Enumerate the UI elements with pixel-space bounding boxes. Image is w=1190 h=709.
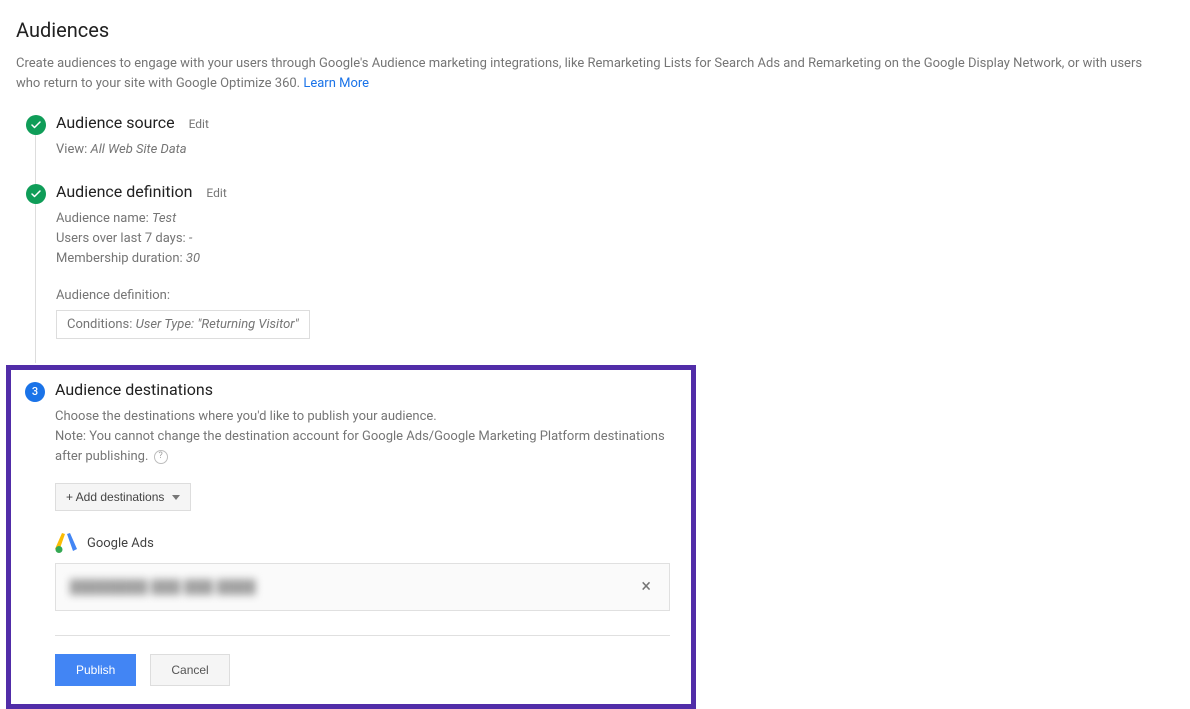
help-icon[interactable]: ? (154, 450, 168, 464)
dest-note-line2: Note: You cannot change the destination … (55, 429, 665, 464)
step3-title: Audience destinations (55, 380, 213, 399)
steps-container: Audience source Edit View: All Web Site … (16, 113, 1174, 361)
add-destinations-button[interactable]: + Add destinations (55, 483, 191, 511)
step-connector (35, 135, 36, 184)
highlight-box: 3 Audience destinations Choose the desti… (6, 365, 696, 709)
cancel-button[interactable]: Cancel (150, 654, 229, 686)
users-label: Users over last 7 days: (56, 231, 189, 246)
google-ads-icon (55, 533, 77, 553)
add-destinations-label: + Add destinations (66, 490, 164, 504)
destination-row: ████████ ███ ███ ████ × (55, 563, 670, 611)
close-icon[interactable]: × (637, 578, 655, 596)
step1-title: Audience source (56, 113, 175, 132)
duration-value: 30 (186, 251, 200, 266)
step2-duration-row: Membership duration: 30 (56, 249, 1174, 269)
step1-view-label: View: (56, 142, 90, 157)
step-number-icon: 3 (25, 382, 45, 402)
duration-label: Membership duration: (56, 251, 186, 266)
check-icon (26, 115, 46, 135)
page-description: Create audiences to engage with your use… (16, 54, 1166, 93)
step2-title: Audience definition (56, 182, 192, 201)
learn-more-link[interactable]: Learn More (303, 76, 369, 91)
dest-note-line1: Choose the destinations where you'd like… (55, 407, 677, 427)
publish-button[interactable]: Publish (55, 654, 136, 686)
users-value: - (189, 231, 193, 246)
step2-edit-link[interactable]: Edit (206, 186, 226, 200)
destination-account-redacted: ████████ ███ ███ ████ (70, 579, 256, 595)
audience-name-value: Test (152, 211, 176, 226)
page-title: Audiences (16, 18, 1174, 42)
chevron-down-icon (172, 495, 180, 500)
dest-note-line2-wrap: Note: You cannot change the destination … (55, 427, 677, 467)
audience-def-label: Audience definition: (56, 286, 1174, 306)
destination-brand: Google Ads (55, 533, 677, 553)
condition-box: Conditions: User Type: "Returning Visito… (56, 310, 310, 339)
step-audience-definition: Audience definition Edit Audience name: … (26, 182, 1174, 361)
condition-label: Conditions: (67, 317, 136, 332)
step1-view-value: All Web Site Data (90, 142, 186, 157)
step1-view-row: View: All Web Site Data (56, 140, 1174, 160)
step-audience-source: Audience source Edit View: All Web Site … (26, 113, 1174, 182)
actions-row: Publish Cancel (55, 654, 677, 686)
step1-edit-link[interactable]: Edit (189, 117, 209, 131)
step2-users-row: Users over last 7 days: - (56, 229, 1174, 249)
step-connector (35, 204, 36, 363)
audience-name-label: Audience name: (56, 211, 152, 226)
destination-brand-label: Google Ads (87, 536, 154, 551)
step2-name-row: Audience name: Test (56, 209, 1174, 229)
check-icon (26, 184, 46, 204)
divider (55, 635, 670, 636)
step-audience-destinations: 3 Audience destinations Choose the desti… (25, 380, 677, 686)
page-description-text: Create audiences to engage with your use… (16, 56, 1142, 91)
condition-value: User Type: "Returning Visitor" (136, 317, 299, 332)
destinations-note: Choose the destinations where you'd like… (55, 407, 677, 467)
